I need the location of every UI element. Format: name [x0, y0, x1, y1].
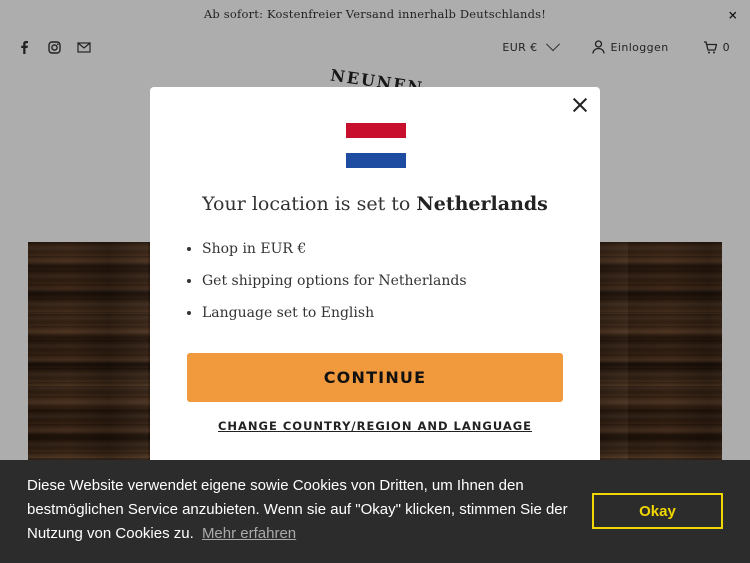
learn-more-link[interactable]: Mehr erfahren — [202, 525, 296, 542]
list-item: Get shipping options for Netherlands — [202, 271, 467, 303]
netherlands-flag-icon — [346, 123, 406, 168]
location-modal: Your location is set to Netherlands Shop… — [150, 87, 600, 475]
cookie-banner: Diese Website verwendet eigene sowie Coo… — [0, 460, 750, 563]
location-details-list: Shop in EUR € Get shipping options for N… — [202, 239, 467, 335]
list-item: Shop in EUR € — [202, 239, 467, 271]
change-country-link[interactable]: CHANGE COUNTRY/REGION AND LANGUAGE — [150, 419, 600, 433]
flag-stripe-red — [346, 123, 406, 138]
cookie-message: Diese Website verwendet eigene sowie Coo… — [27, 474, 587, 546]
modal-title: Your location is set to Netherlands — [150, 193, 600, 215]
okay-button[interactable]: Okay — [592, 493, 723, 529]
continue-button[interactable]: CONTINUE — [187, 353, 563, 402]
flag-stripe-white — [346, 138, 406, 153]
modal-title-country: Netherlands — [416, 193, 548, 215]
modal-title-prefix: Your location is set to — [202, 193, 417, 215]
close-icon[interactable] — [572, 97, 588, 113]
flag-stripe-blue — [346, 153, 406, 168]
cookie-text: Diese Website verwendet eigene sowie Coo… — [27, 477, 568, 542]
list-item: Language set to English — [202, 303, 467, 335]
